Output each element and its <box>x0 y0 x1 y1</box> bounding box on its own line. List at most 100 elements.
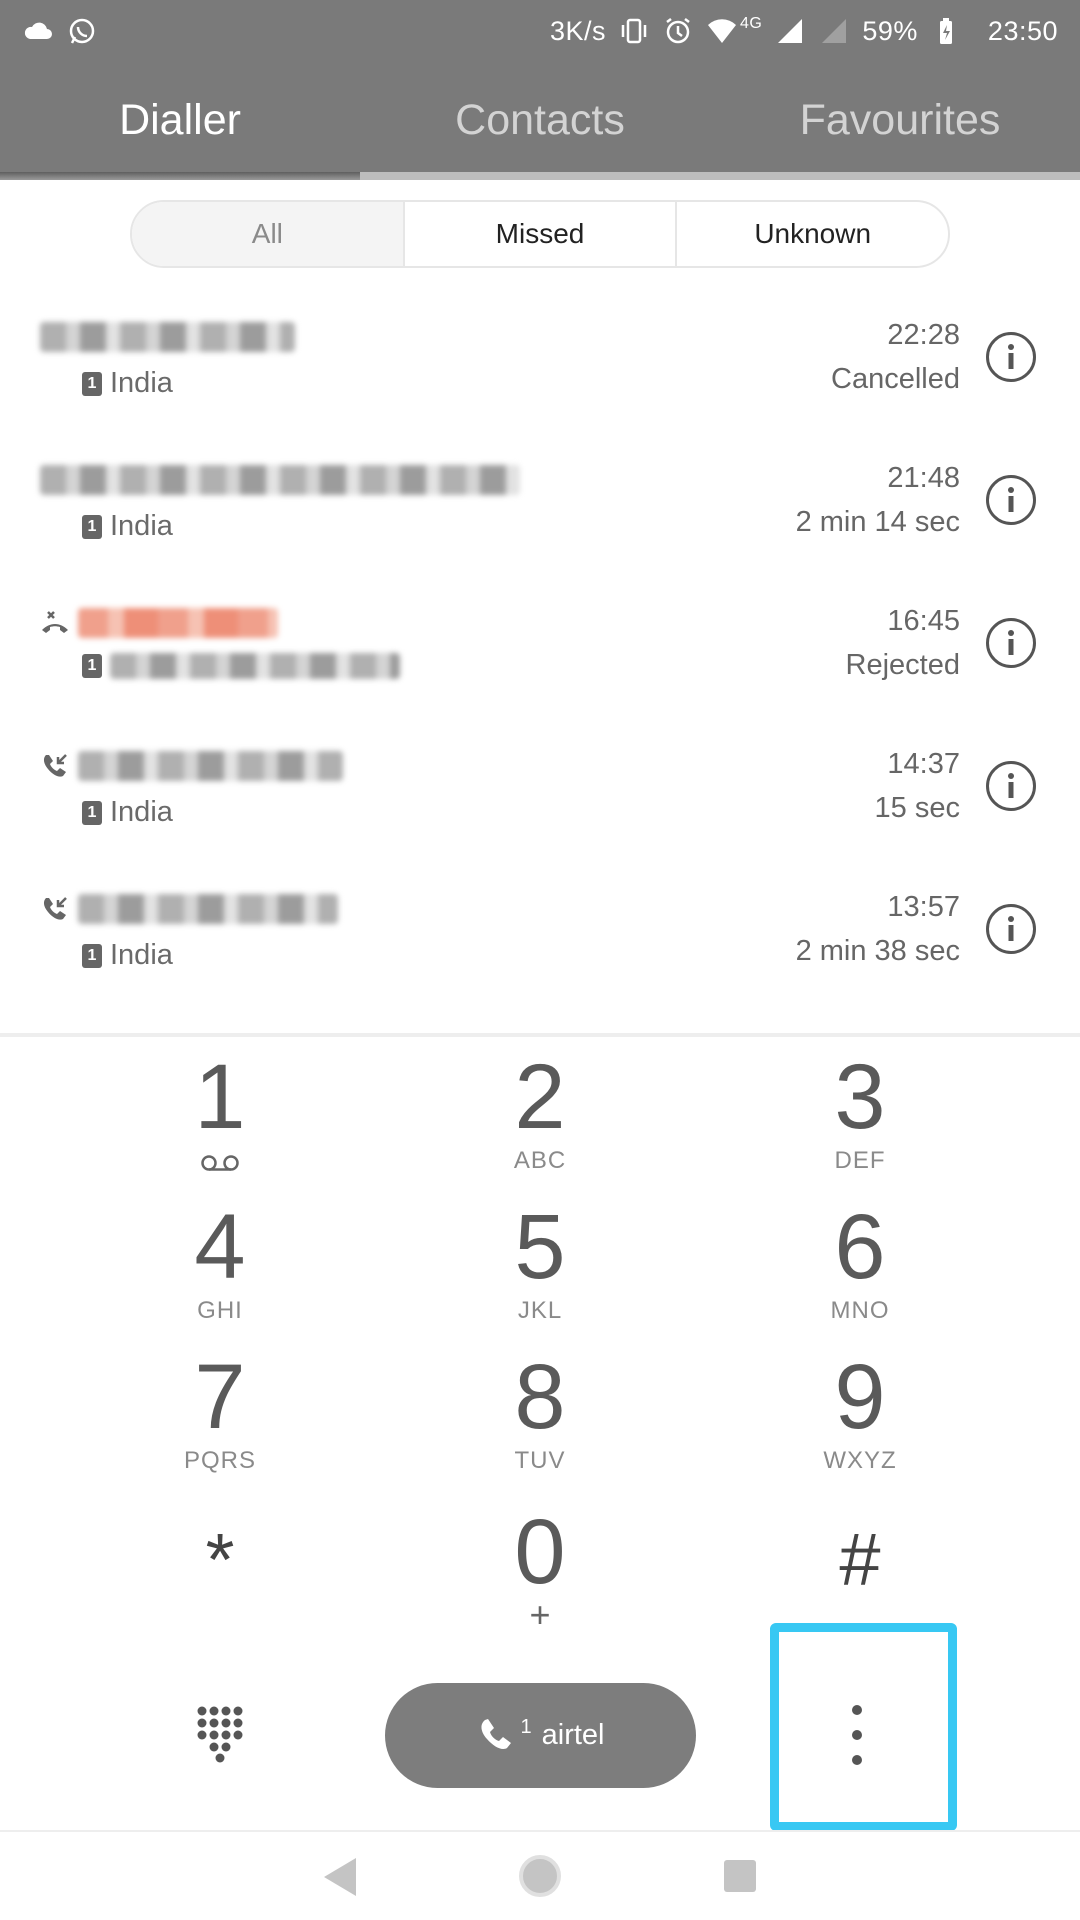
sim-icon: 1 <box>82 514 102 539</box>
key-digit: * <box>205 1518 235 1601</box>
call-time: 14:37 <box>887 748 960 780</box>
call-status: Cancelled <box>831 363 960 395</box>
key-6[interactable]: 6 MNO <box>760 1195 960 1345</box>
carrier-name: airtel <box>541 1719 605 1751</box>
call-log-row[interactable]: 1 16:45 Rejected <box>0 571 1080 714</box>
call-duration: 15 sec <box>874 792 960 824</box>
key-letters: MNO <box>830 1297 890 1324</box>
network-type: 4G <box>740 15 763 32</box>
key-letters: ABC <box>513 1147 567 1174</box>
key-digit: 1 <box>194 1046 246 1148</box>
signal-icon <box>818 15 850 47</box>
filter-all[interactable]: All <box>132 202 403 266</box>
dialer-screen: 3K/s 4G 59% 23:50 Dialler Contacts Favou… <box>0 0 1080 1920</box>
key-9[interactable]: 9 WXYZ <box>760 1345 960 1495</box>
key-letters: TUV <box>514 1447 566 1474</box>
info-icon[interactable] <box>986 618 1036 668</box>
sim-icon: 1 <box>82 654 102 678</box>
call-log-row[interactable]: 1 India 14:37 15 sec <box>0 714 1080 857</box>
divider <box>0 1033 1080 1037</box>
wifi-icon <box>706 15 738 47</box>
contact-name-redacted <box>40 606 278 640</box>
key-0[interactable]: 0 + <box>440 1500 640 1650</box>
more-options-icon[interactable] <box>845 1705 869 1765</box>
key-5[interactable]: 5 JKL <box>440 1195 640 1345</box>
key-letters: + <box>529 1594 551 1635</box>
key-letters: WXYZ <box>823 1447 897 1474</box>
filter-missed[interactable]: Missed <box>402 202 676 266</box>
contact-name-redacted <box>40 320 295 354</box>
call-status: 2 min 14 sec <box>795 506 960 538</box>
key-digit: 5 <box>514 1196 566 1298</box>
cloud-icon <box>22 15 54 47</box>
key-digit: 9 <box>834 1346 886 1448</box>
key-digit: 2 <box>514 1046 566 1148</box>
recents-icon[interactable] <box>724 1860 756 1892</box>
call-log-row[interactable]: 1 India 13:57 2 min 38 sec <box>0 857 1080 1000</box>
call-duration: 2 min 38 sec <box>795 935 960 967</box>
call-location: India <box>110 367 173 399</box>
key-3[interactable]: 3 DEF <box>760 1045 960 1195</box>
call-time: 22:28 <box>887 319 960 351</box>
key-4[interactable]: 4 GHI <box>120 1195 320 1345</box>
battery-charging-icon <box>930 15 962 47</box>
whatsapp-icon <box>66 15 98 47</box>
call-location: India <box>110 939 173 971</box>
contact-name-redacted <box>40 892 338 926</box>
filter-unknown[interactable]: Unknown <box>675 202 948 266</box>
key-1[interactable]: 1 <box>120 1045 320 1195</box>
call-log-row[interactable]: 1 India 22:28 Cancelled <box>0 285 1080 428</box>
sim-icon: 1 <box>82 800 102 825</box>
key-digit: 4 <box>194 1196 246 1298</box>
tab-indicator-bar <box>0 172 1080 180</box>
call-button[interactable]: 1 airtel <box>385 1683 696 1788</box>
phone-icon <box>480 1718 511 1749</box>
home-icon[interactable] <box>518 1854 562 1898</box>
sim-icon: 1 <box>82 371 102 396</box>
key-2[interactable]: 2 ABC <box>440 1045 640 1195</box>
tab-contacts[interactable]: Contacts <box>360 62 720 178</box>
vibrate-icon <box>618 15 650 47</box>
info-icon[interactable] <box>986 332 1036 382</box>
call-location: India <box>110 796 173 828</box>
phone-number-redacted <box>110 653 400 679</box>
navigation-bar <box>0 1830 1080 1920</box>
main-tabs: Dialler Contacts Favourites <box>0 62 1080 178</box>
key-star[interactable]: * <box>120 1505 320 1655</box>
key-digit: 0 <box>514 1501 566 1603</box>
tab-dialler[interactable]: Dialler <box>0 62 360 178</box>
incoming-call-icon <box>40 894 70 924</box>
sim-number: 1 <box>520 1716 532 1738</box>
tab-favourites[interactable]: Favourites <box>720 62 1080 178</box>
back-icon[interactable] <box>322 1856 358 1898</box>
call-time: 16:45 <box>887 605 960 637</box>
call-log-list: 1 India 22:28 Cancelled 1 India 21:48 2 … <box>0 285 1080 1000</box>
voicemail-icon <box>200 1153 240 1173</box>
key-hash[interactable]: # <box>760 1505 960 1655</box>
info-icon[interactable] <box>986 904 1036 954</box>
contact-name-redacted <box>40 463 520 497</box>
info-icon[interactable] <box>986 475 1036 525</box>
key-digit: # <box>839 1518 881 1601</box>
alarm-icon <box>662 15 694 47</box>
call-log-row[interactable]: 1 India 21:48 2 min 14 sec <box>0 428 1080 571</box>
contact-name-redacted <box>40 749 343 783</box>
call-filter: All Missed Unknown <box>130 200 950 268</box>
call-status: Rejected <box>845 649 960 681</box>
dialpad-toggle-icon[interactable] <box>196 1705 244 1763</box>
key-letters: JKL <box>517 1297 563 1324</box>
incoming-call-icon <box>40 751 70 781</box>
signal-icon <box>774 15 806 47</box>
key-letters: DEF <box>834 1147 886 1174</box>
status-bar: 3K/s 4G 59% 23:50 <box>0 0 1080 62</box>
key-digit: 7 <box>194 1346 246 1448</box>
battery-percent: 59% <box>862 15 918 46</box>
key-8[interactable]: 8 TUV <box>440 1345 640 1495</box>
key-digit: 6 <box>834 1196 886 1298</box>
info-icon[interactable] <box>986 761 1036 811</box>
rejected-call-icon <box>40 608 70 638</box>
key-digit: 8 <box>514 1346 566 1448</box>
call-location: India <box>110 510 173 542</box>
key-letters: GHI <box>197 1297 243 1324</box>
key-7[interactable]: 7 PQRS <box>120 1345 320 1495</box>
